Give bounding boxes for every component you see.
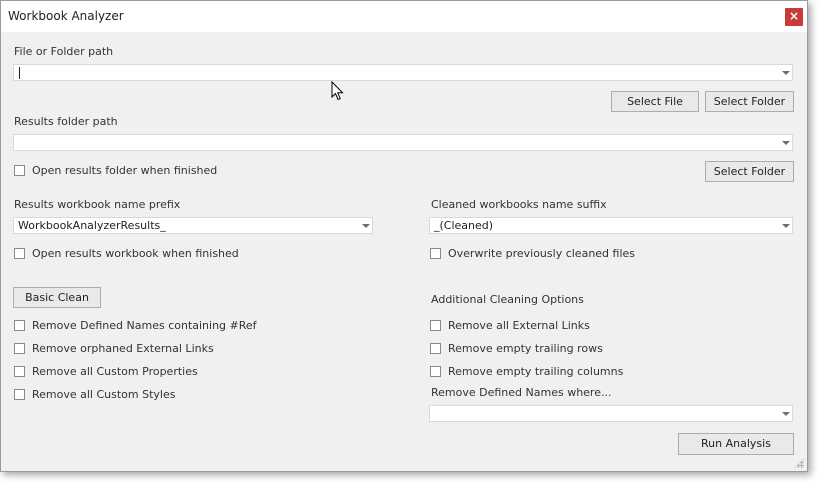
- results-path-combobox[interactable]: [13, 134, 793, 151]
- results-prefix-value: WorkbookAnalyzerResults_: [18, 219, 166, 232]
- chevron-down-icon[interactable]: [362, 224, 370, 228]
- remove-external-links-checkbox[interactable]: [430, 320, 441, 331]
- title-bar[interactable]: Workbook Analyzer ×: [1, 1, 807, 32]
- close-button[interactable]: ×: [785, 8, 803, 26]
- overwrite-cleaned-checkbox[interactable]: [430, 248, 441, 259]
- window-title: Workbook Analyzer: [8, 9, 124, 23]
- defined-names-where-label: Remove Defined Names where...: [431, 386, 612, 399]
- file-path-combobox[interactable]: [13, 64, 793, 81]
- text-cursor: [19, 67, 20, 79]
- remove-orphaned-links-label: Remove orphaned External Links: [32, 342, 214, 355]
- results-prefix-combobox[interactable]: WorkbookAnalyzerResults_: [13, 217, 373, 234]
- remove-custom-properties-checkbox[interactable]: [14, 366, 25, 377]
- chevron-down-icon[interactable]: [782, 224, 790, 228]
- open-results-workbook-label: Open results workbook when finished: [32, 247, 239, 260]
- workbook-analyzer-window: Workbook Analyzer × File or Folder path …: [0, 0, 808, 472]
- remove-ref-names-label: Remove Defined Names containing #Ref: [32, 319, 257, 332]
- file-path-label: File or Folder path: [14, 45, 114, 58]
- remove-trailing-rows-label: Remove empty trailing rows: [448, 342, 603, 355]
- cleaned-suffix-value: _(Cleaned): [434, 219, 494, 232]
- select-folder-button[interactable]: Select Folder: [705, 91, 794, 112]
- remove-ref-names-checkbox[interactable]: [14, 320, 25, 331]
- chevron-down-icon[interactable]: [782, 412, 790, 416]
- open-results-folder-checkbox[interactable]: [14, 165, 25, 176]
- remove-trailing-columns-label: Remove empty trailing columns: [448, 365, 624, 378]
- run-analysis-button[interactable]: Run Analysis: [678, 433, 794, 455]
- remove-trailing-columns-checkbox[interactable]: [430, 366, 441, 377]
- select-file-button[interactable]: Select File: [611, 91, 699, 112]
- remove-custom-styles-label: Remove all Custom Styles: [32, 388, 176, 401]
- defined-names-where-combobox[interactable]: [429, 405, 793, 422]
- open-results-workbook-checkbox[interactable]: [14, 248, 25, 259]
- overwrite-cleaned-label: Overwrite previously cleaned files: [448, 247, 636, 260]
- chevron-down-icon[interactable]: [782, 71, 790, 75]
- open-results-folder-label: Open results folder when finished: [32, 164, 218, 177]
- resize-grip-icon[interactable]: [794, 458, 804, 468]
- close-icon: ×: [788, 9, 800, 23]
- remove-external-links-label: Remove all External Links: [448, 319, 590, 332]
- select-results-folder-button[interactable]: Select Folder: [705, 161, 794, 182]
- chevron-down-icon[interactable]: [782, 141, 790, 145]
- mouse-pointer-icon: [331, 81, 344, 101]
- results-prefix-label: Results workbook name prefix: [14, 198, 181, 211]
- basic-clean-button[interactable]: Basic Clean: [13, 287, 101, 308]
- results-path-label: Results folder path: [14, 115, 118, 128]
- remove-custom-properties-label: Remove all Custom Properties: [32, 365, 198, 378]
- remove-custom-styles-checkbox[interactable]: [14, 389, 25, 400]
- remove-trailing-rows-checkbox[interactable]: [430, 343, 441, 354]
- additional-cleaning-heading: Additional Cleaning Options: [431, 293, 584, 306]
- remove-orphaned-links-checkbox[interactable]: [14, 343, 25, 354]
- cleaned-suffix-label: Cleaned workbooks name suffix: [431, 198, 607, 211]
- cleaned-suffix-combobox[interactable]: _(Cleaned): [429, 217, 793, 234]
